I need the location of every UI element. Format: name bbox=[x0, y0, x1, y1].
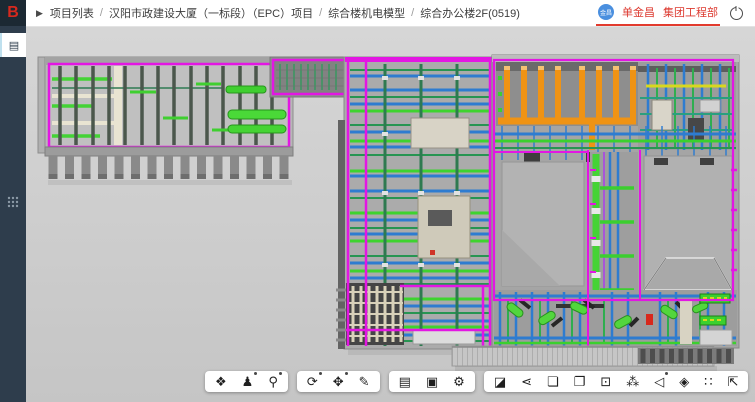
right-block bbox=[492, 55, 739, 348]
copy-icon[interactable]: ❐ bbox=[574, 375, 586, 388]
focus-box-icon[interactable]: ⊡ bbox=[600, 375, 611, 388]
notification-dot bbox=[345, 372, 348, 375]
power-icon[interactable] bbox=[730, 7, 743, 20]
save-view-icon[interactable]: ▣ bbox=[426, 375, 438, 388]
zoom-window-icon[interactable]: ⚲ bbox=[268, 375, 278, 388]
bottom-mep-band bbox=[494, 290, 737, 346]
model-viewport[interactable] bbox=[26, 26, 755, 402]
left-wing bbox=[38, 57, 293, 185]
sidebar-item-model[interactable]: ▤ bbox=[0, 33, 26, 57]
header: ▶ 项目列表 / 汉阳市政建设大厦（一标段）（EPC）项目 / 综合楼机电模型 / 综合办公… bbox=[26, 0, 755, 27]
notification-dot bbox=[279, 372, 282, 375]
layers-hand-icon[interactable]: ❏ bbox=[547, 375, 559, 388]
apps-grid-icon[interactable] bbox=[0, 196, 26, 208]
bottom-slab bbox=[452, 346, 734, 371]
move-icon[interactable]: ✥ bbox=[333, 375, 344, 388]
notification-dot bbox=[254, 372, 257, 375]
toolbar-group: ▤ ▣ ⚙ bbox=[389, 371, 475, 392]
toolbar-group: ⟳ ✥ ✎ bbox=[297, 371, 380, 392]
report-icon[interactable]: ▤ bbox=[399, 375, 411, 388]
toolbar-group: ◪ ⋖ ❏ ❐ ⊡ ⁂ ◁ ◈ ∷ ⇱ bbox=[484, 371, 749, 392]
breadcrumb-item[interactable]: 综合办公楼2F(0519) bbox=[420, 5, 520, 21]
structure-tree-icon[interactable]: ⁂ bbox=[626, 375, 639, 388]
breadcrumb-separator: / bbox=[411, 7, 414, 19]
rotate-icon[interactable]: ⟳ bbox=[307, 375, 318, 388]
eraser-icon[interactable]: ◪ bbox=[494, 375, 506, 388]
user-department[interactable]: 集团工程部 bbox=[663, 4, 718, 20]
model-list-icon: ▤ bbox=[9, 39, 19, 52]
breadcrumb-item[interactable]: 汉阳市政建设大厦（一标段）（EPC）项目 bbox=[109, 5, 313, 21]
share-icon[interactable]: ⋖ bbox=[521, 375, 532, 388]
center-tower bbox=[336, 57, 494, 349]
bottom-toolbar: ❖ ♟ ⚲ ⟳ ✥ ✎ ▤ ▣ ⚙ ◪ ⋖ ❏ ❐ ⊡ ⁂ ◁ ◈ ∷ ⇱ bbox=[205, 371, 748, 392]
atrium-right bbox=[644, 156, 732, 290]
corridor-link bbox=[270, 57, 348, 97]
breadcrumb-items: 项目列表 / 汉阳市政建设大厦（一标段）（EPC）项目 / 综合楼机电模型 / 综合办公楼2… bbox=[50, 5, 520, 21]
breadcrumb-item[interactable]: 项目列表 bbox=[50, 5, 94, 21]
settings-icon[interactable]: ⚙ bbox=[453, 375, 465, 388]
breadcrumb-arrow-icon: ▶ bbox=[36, 8, 43, 19]
breadcrumb-separator: / bbox=[319, 7, 322, 19]
orbit-view-icon[interactable]: ❖ bbox=[215, 375, 227, 388]
app-logo[interactable]: B bbox=[0, 0, 26, 26]
notification-dot bbox=[319, 372, 322, 375]
toolbar-group: ❖ ♟ ⚲ bbox=[205, 371, 288, 392]
walkthrough-icon[interactable]: ♟ bbox=[242, 375, 254, 388]
sidebar: B ▤ bbox=[0, 0, 26, 402]
paint-icon[interactable]: ◈ bbox=[679, 375, 689, 388]
user-group: 金昌 单金昌 集团工程部 bbox=[596, 0, 720, 26]
floorplan-3d-model bbox=[26, 26, 755, 402]
exit-view-icon[interactable]: ⇱ bbox=[728, 375, 739, 388]
user-area: 金昌 单金昌 集团工程部 bbox=[596, 0, 743, 26]
avatar[interactable]: 金昌 bbox=[598, 4, 614, 20]
breadcrumb-item[interactable]: 综合楼机电模型 bbox=[328, 5, 405, 21]
scatter-select-icon[interactable]: ∷ bbox=[704, 375, 712, 388]
rooftop-grid bbox=[638, 62, 736, 150]
notification-dot bbox=[665, 372, 668, 375]
user-name[interactable]: 单金昌 bbox=[622, 4, 655, 20]
measure-icon[interactable]: ✎ bbox=[359, 375, 370, 388]
sound-icon[interactable]: ◁ bbox=[654, 375, 664, 388]
breadcrumb-separator: / bbox=[100, 7, 103, 19]
breadcrumb: ▶ 项目列表 / 汉阳市政建设大厦（一标段）（EPC）项目 / 综合楼机电模型 / 综合办公… bbox=[36, 5, 520, 21]
